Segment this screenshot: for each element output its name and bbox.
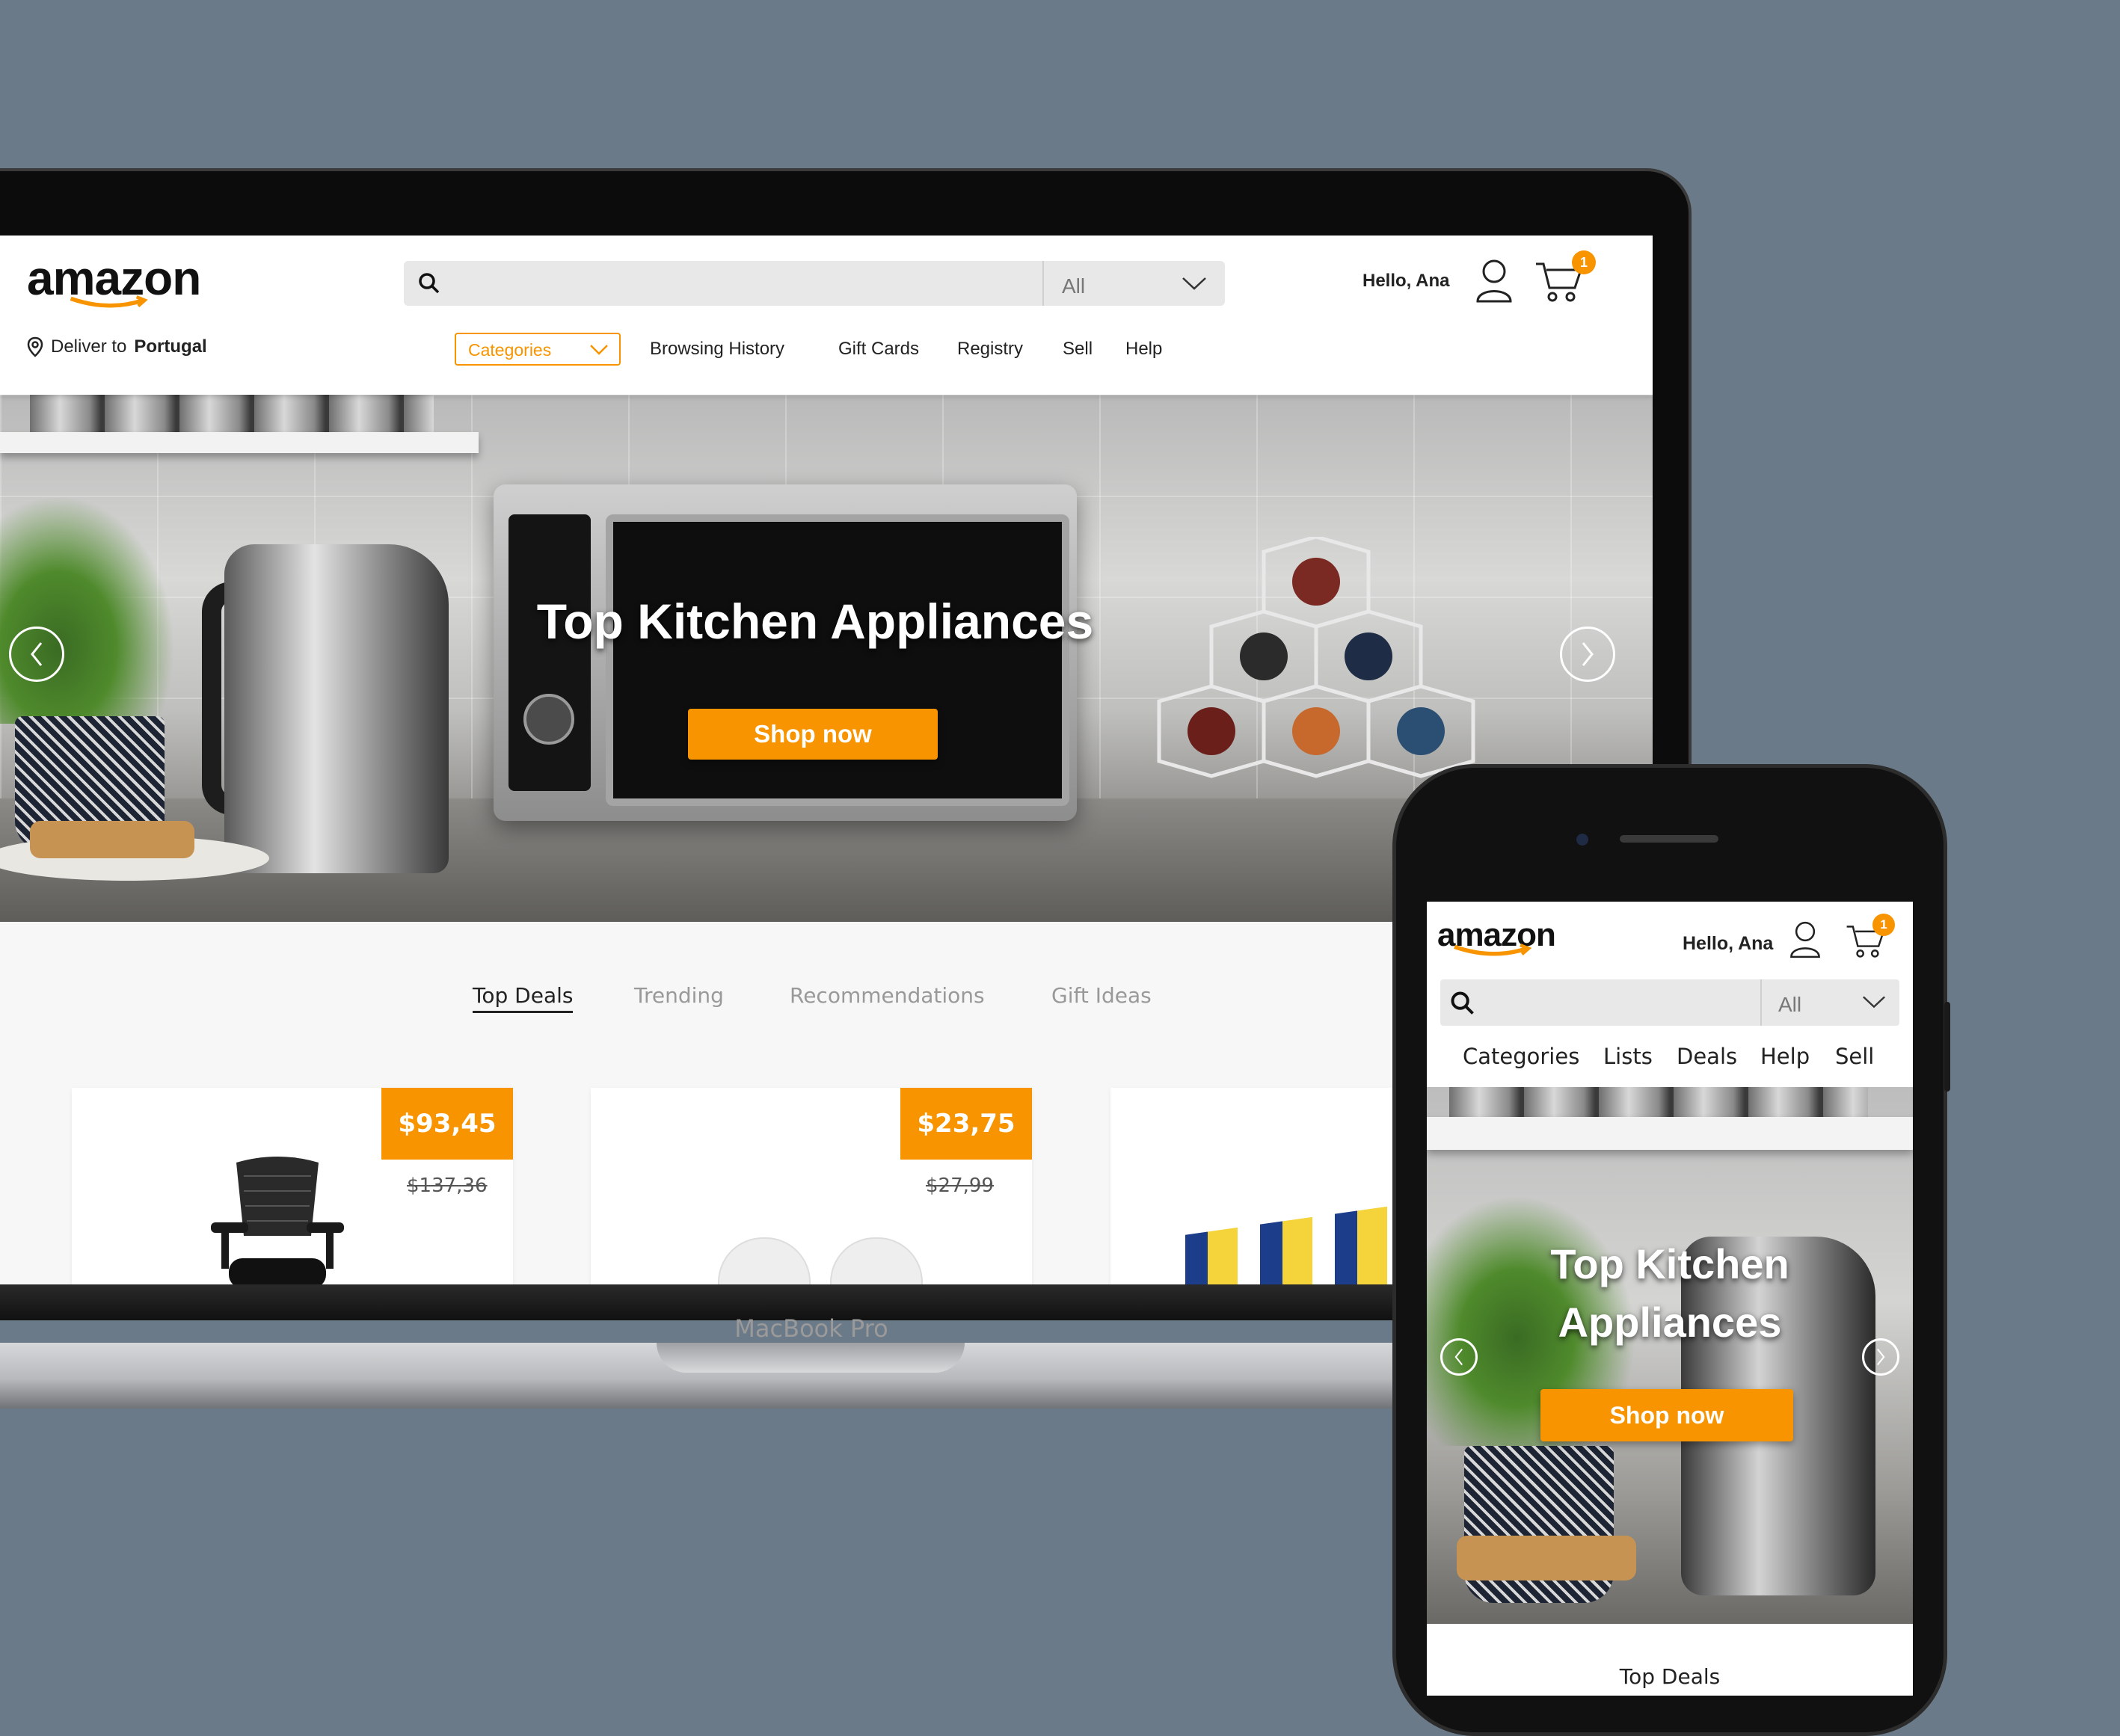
product-card[interactable]: $23,75 $27,99: [591, 1088, 1032, 1285]
phone-side-button: [1944, 1002, 1950, 1092]
site-header: amazon Deliver to Portugal All Hello, An…: [0, 236, 1653, 395]
logo-smile-icon: [1454, 944, 1532, 956]
shop-now-button[interactable]: Shop now: [688, 709, 938, 760]
carousel-next-button[interactable]: [1862, 1338, 1899, 1376]
hero-banner: Top Kitchen Appliances Shop now: [1427, 1087, 1913, 1624]
bread-image: [1457, 1536, 1636, 1580]
product-price: $23,75: [900, 1088, 1032, 1160]
hero-title: Top Kitchen Appliances: [1550, 1240, 1789, 1346]
shelf-image: [1427, 1117, 1913, 1150]
nav-sell[interactable]: Sell: [1835, 1044, 1874, 1069]
product-old-price: $137,36: [407, 1175, 488, 1197]
nav-help[interactable]: Help: [1760, 1044, 1810, 1069]
search-icon[interactable]: [1449, 990, 1476, 1017]
tab-top-deals[interactable]: Top Deals: [473, 983, 574, 1013]
phone-screen: amazon Hello, Ana 1 All Categories Lists…: [1427, 902, 1913, 1696]
tab-recommendations[interactable]: Recommendations: [790, 983, 985, 1008]
shop-now-button[interactable]: Shop now: [1540, 1389, 1793, 1441]
categories-dropdown[interactable]: Categories: [455, 333, 621, 366]
tab-gift-ideas[interactable]: Gift Ideas: [1051, 983, 1152, 1008]
carousel-next-button[interactable]: [1560, 627, 1615, 682]
chevron-down-icon: [1863, 996, 1885, 1009]
carousel-prev-button[interactable]: [1440, 1338, 1478, 1376]
amazon-logo[interactable]: amazon: [1437, 917, 1556, 956]
product-price: $93,45: [381, 1088, 513, 1160]
search-scope-select[interactable]: All: [1042, 261, 1225, 306]
office-chair-image: [211, 1157, 344, 1285]
search-bar: All: [1440, 979, 1899, 1026]
chevron-down-icon: [1182, 277, 1206, 290]
shelf-image: [0, 432, 479, 453]
greeting: Hello, Ana: [1362, 271, 1450, 291]
nav-sell[interactable]: Sell: [1063, 339, 1093, 360]
account-icon[interactable]: [1789, 920, 1822, 960]
nav-lists[interactable]: Lists: [1603, 1044, 1653, 1069]
search-icon[interactable]: [417, 271, 441, 295]
search-bar: All: [404, 261, 1225, 306]
deliver-location: Portugal: [134, 336, 207, 357]
microwave-image: [494, 484, 1077, 821]
chevron-right-icon: [1876, 1348, 1885, 1366]
smart-plugs-image: [703, 1237, 927, 1285]
search-input[interactable]: [1485, 987, 1757, 1020]
greeting: Hello, Ana: [1683, 933, 1774, 954]
account-icon[interactable]: [1475, 258, 1514, 304]
nav-browsing-history[interactable]: Browsing History: [650, 339, 784, 360]
laptop-brand-label: MacBook Pro: [734, 1314, 888, 1343]
chevron-left-icon: [1454, 1348, 1463, 1366]
section-title: Top Deals: [1619, 1664, 1721, 1689]
camera-icon: [1576, 834, 1588, 846]
cart-count-badge: 1: [1872, 914, 1895, 936]
hero-title: Top Kitchen Appliances: [536, 594, 1094, 649]
phone-speaker: [1620, 835, 1718, 843]
tab-trending[interactable]: Trending: [634, 983, 724, 1008]
nav-help[interactable]: Help: [1125, 339, 1162, 360]
chevron-left-icon: [31, 642, 43, 666]
deliver-to-location[interactable]: Deliver to Portugal: [27, 336, 207, 357]
carousel-prev-button[interactable]: [9, 627, 64, 682]
nav-deals[interactable]: Deals: [1677, 1044, 1737, 1069]
chevron-down-icon: [590, 345, 608, 355]
logo-smile-icon: [70, 295, 148, 308]
nav-categories[interactable]: Categories: [1463, 1044, 1579, 1069]
search-input[interactable]: [456, 267, 1013, 301]
product-card[interactable]: $93,45 $137,36: [72, 1088, 513, 1285]
bread-image: [30, 821, 194, 858]
product-old-price: $27,99: [926, 1175, 994, 1197]
nav-gift-cards[interactable]: Gift Cards: [838, 339, 919, 360]
deliver-prefix: Deliver to: [51, 336, 127, 357]
laptop-notch: [657, 1343, 965, 1373]
amazon-logo[interactable]: amazon: [27, 250, 201, 308]
nav-registry[interactable]: Registry: [957, 339, 1023, 360]
search-scope-select[interactable]: All: [1760, 979, 1899, 1026]
chevron-right-icon: [1582, 642, 1594, 666]
location-pin-icon: [27, 336, 43, 357]
cart-count-badge: 1: [1572, 250, 1596, 274]
